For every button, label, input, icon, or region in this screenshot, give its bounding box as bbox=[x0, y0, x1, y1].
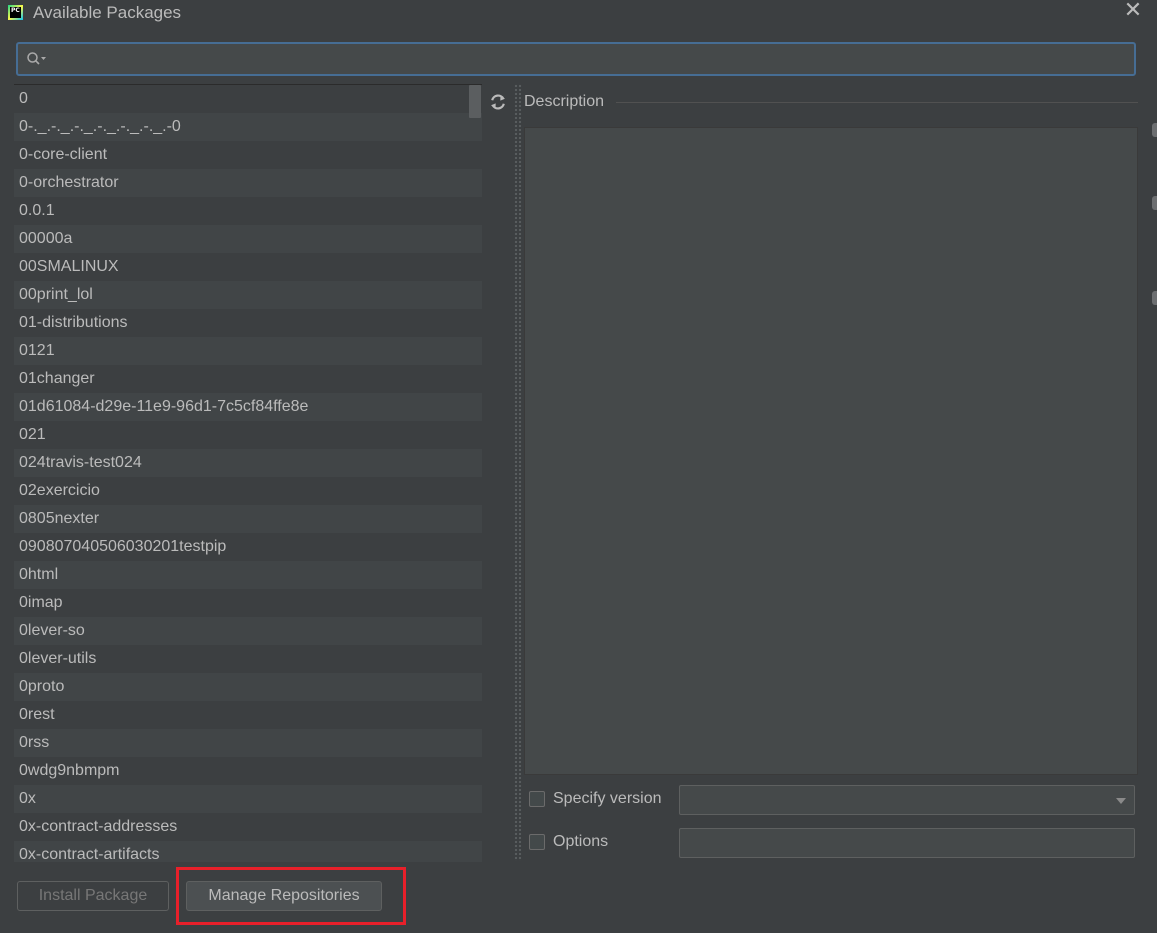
panel-splitter[interactable] bbox=[514, 84, 522, 861]
package-list-item[interactable]: 0proto bbox=[14, 673, 482, 701]
package-list-item[interactable]: 0 bbox=[14, 85, 482, 113]
description-separator bbox=[616, 102, 1138, 103]
package-list-item[interactable]: 02exercicio bbox=[14, 477, 482, 505]
package-list-item[interactable]: 0x bbox=[14, 785, 482, 813]
package-list-item[interactable]: 0html bbox=[14, 561, 482, 589]
list-toolbar bbox=[483, 84, 513, 861]
refresh-icon[interactable] bbox=[488, 92, 508, 112]
search-input[interactable] bbox=[54, 47, 1128, 73]
package-list-item[interactable]: 0imap bbox=[14, 589, 482, 617]
description-panel bbox=[524, 127, 1138, 775]
package-list[interactable]: 0 0-._.-._.-._.-._.-._.-._.-0 0-core-clien… bbox=[14, 84, 482, 862]
package-list-item[interactable]: 0rest bbox=[14, 701, 482, 729]
package-list-item[interactable]: 021 bbox=[14, 421, 482, 449]
version-select[interactable] bbox=[679, 785, 1135, 815]
package-list-item[interactable]: 00000a bbox=[14, 225, 482, 253]
search-icon[interactable] bbox=[26, 51, 48, 67]
edge-fragment bbox=[1152, 291, 1157, 305]
package-list-item[interactable]: 0-orchestrator bbox=[14, 169, 482, 197]
package-list-item[interactable]: 00print_lol bbox=[14, 281, 482, 309]
chevron-down-icon[interactable] bbox=[1116, 798, 1126, 804]
package-list-item[interactable]: 01-distributions bbox=[14, 309, 482, 337]
edge-fragment bbox=[1152, 123, 1157, 137]
package-list-item[interactable]: 00SMALINUX bbox=[14, 253, 482, 281]
specify-version-label: Specify version bbox=[553, 790, 662, 807]
close-icon[interactable]: ✕ bbox=[1121, 0, 1145, 24]
package-list-item[interactable]: 0x-contract-addresses bbox=[14, 813, 482, 841]
package-list-item[interactable]: 090807040506030201testpip bbox=[14, 533, 482, 561]
package-list-item[interactable]: 0-core-client bbox=[14, 141, 482, 169]
options-label: Options bbox=[553, 833, 609, 850]
search-field[interactable] bbox=[16, 42, 1136, 76]
window-title: Available Packages bbox=[33, 3, 182, 22]
package-list-item[interactable]: 0.0.1 bbox=[14, 197, 482, 225]
package-list-item[interactable]: 024travis-test024 bbox=[14, 449, 482, 477]
package-list-item[interactable]: 01changer bbox=[14, 365, 482, 393]
package-list-item[interactable]: 0121 bbox=[14, 337, 482, 365]
available-packages-dialog: PC Available Packages ✕ 0 0-._.-._.-._.-.… bbox=[0, 0, 1157, 933]
package-list-item[interactable]: 0-._.-._.-._.-._.-._.-._.-0 bbox=[14, 113, 482, 141]
options-checkbox[interactable] bbox=[529, 834, 545, 850]
package-list-item[interactable]: 01d61084-d29e-11e9-96d1-7c5cf84ffe8e bbox=[14, 393, 482, 421]
package-list-item[interactable]: 0wdg9nbmpm bbox=[14, 757, 482, 785]
package-list-item[interactable]: 0lever-utils bbox=[14, 645, 482, 673]
install-package-button[interactable]: Install Package bbox=[17, 881, 169, 911]
package-list-item[interactable]: 0805nexter bbox=[14, 505, 482, 533]
description-label: Description bbox=[524, 93, 605, 110]
pycharm-app-icon: PC bbox=[8, 5, 23, 20]
title-bar: PC Available Packages ✕ bbox=[0, 0, 1157, 28]
package-list-scrollbar[interactable] bbox=[469, 85, 481, 118]
options-input[interactable] bbox=[679, 828, 1135, 858]
package-list-item[interactable]: 0x-contract-artifacts bbox=[14, 841, 482, 862]
manage-repositories-button[interactable]: Manage Repositories bbox=[186, 881, 382, 911]
specify-version-checkbox[interactable] bbox=[529, 791, 545, 807]
package-list-item[interactable]: 0rss bbox=[14, 729, 482, 757]
edge-fragment bbox=[1152, 196, 1157, 210]
package-list-item[interactable]: 0lever-so bbox=[14, 617, 482, 645]
